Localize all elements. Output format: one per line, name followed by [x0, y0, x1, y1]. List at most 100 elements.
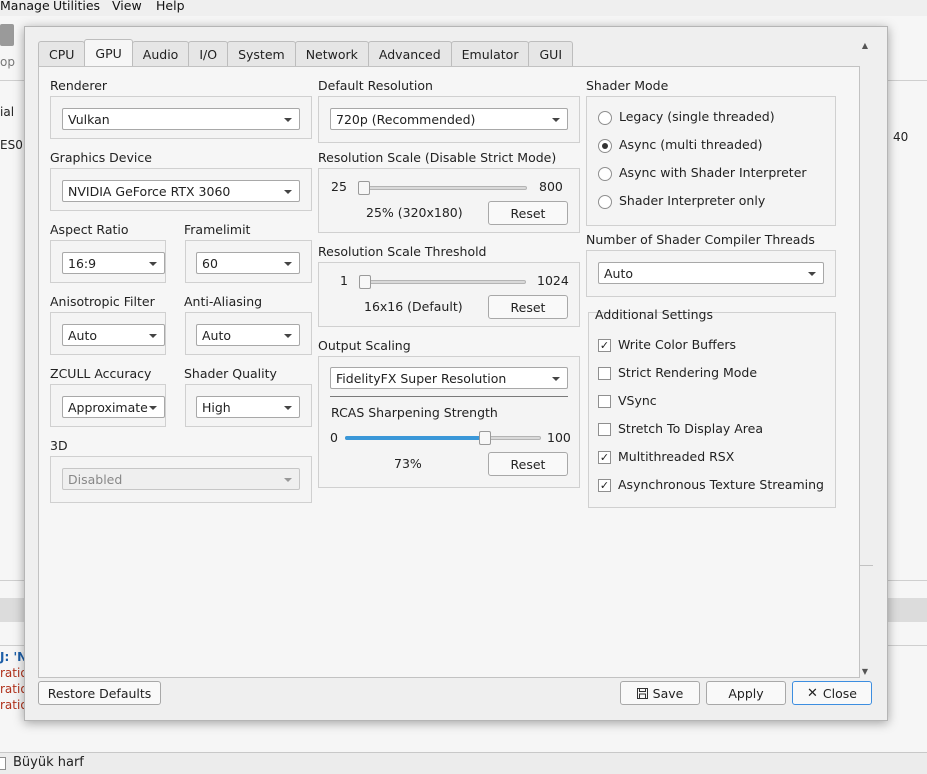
renderer-select[interactable]: Vulkan — [62, 108, 300, 130]
chevron-down-icon — [808, 272, 816, 276]
resolution-threshold-track[interactable] — [359, 280, 526, 284]
rcas-handle[interactable] — [479, 431, 492, 445]
shader-mode-option[interactable]: Legacy (single threaded) — [619, 109, 775, 124]
zcull-accuracy-select[interactable]: Approximate — [62, 396, 165, 418]
menu-utilities[interactable]: Utilities — [53, 0, 100, 13]
resolution-scale-reset-button[interactable]: Reset — [488, 201, 568, 225]
framelimit-group: 60 — [185, 240, 312, 283]
tab-system[interactable]: System — [227, 41, 296, 66]
resolution-scale-min: 25 — [331, 179, 347, 194]
chevron-down-icon — [284, 334, 292, 338]
shader-mode-radio-2[interactable] — [598, 167, 612, 181]
checkbox-label[interactable]: Multithreaded RSX — [618, 449, 734, 464]
chevron-down-icon — [149, 406, 157, 410]
checkbox-label[interactable]: Strict Rendering Mode — [618, 365, 757, 380]
anisotropic-filter-select[interactable]: Auto — [62, 324, 165, 346]
chevron-down-icon — [284, 478, 292, 482]
resolution-threshold-handle[interactable] — [359, 275, 371, 289]
multithreaded-rsx-checkbox[interactable]: ✓ — [598, 451, 611, 464]
async-texture-streaming-checkbox[interactable]: ✓ — [598, 479, 611, 492]
aspect-ratio-value: 16:9 — [68, 256, 97, 271]
caps-checkbox[interactable] — [0, 757, 6, 770]
anisotropic-filter-label: Anisotropic Filter — [50, 294, 155, 309]
shader-mode-option[interactable]: Async with Shader Interpreter — [619, 165, 807, 180]
shader-quality-select[interactable]: High — [196, 396, 300, 418]
compiler-threads-select[interactable]: Auto — [598, 262, 824, 284]
compiler-threads-group: Auto — [586, 250, 836, 297]
tab-io[interactable]: I/O — [188, 41, 229, 66]
floppy-disk-icon — [636, 687, 648, 699]
gpu-tab-panel: Renderer Vulkan Graphics Device NVIDIA G… — [38, 66, 873, 678]
output-scaling-group: FidelityFX Super Resolution RCAS Sharpen… — [318, 356, 580, 488]
anti-aliasing-value: Auto — [202, 328, 232, 343]
rcas-label: RCAS Sharpening Strength — [331, 405, 498, 420]
menu-help[interactable]: Help — [156, 0, 185, 13]
shader-mode-radio-0[interactable] — [598, 111, 612, 125]
tab-emulator[interactable]: Emulator — [450, 41, 530, 66]
default-resolution-select[interactable]: 720p (Recommended) — [330, 108, 568, 130]
tab-gpu[interactable]: GPU — [84, 39, 133, 66]
restore-defaults-button[interactable]: Restore Defaults — [38, 681, 161, 705]
output-scaling-label: Output Scaling — [318, 338, 411, 353]
resolution-scale-handle[interactable] — [358, 181, 370, 195]
scroll-up-icon[interactable]: ▲ — [860, 41, 870, 51]
tab-audio[interactable]: Audio — [131, 41, 190, 66]
panel-scroll-divider — [859, 565, 873, 566]
3d-value: Disabled — [68, 472, 123, 487]
default-resolution-value: 720p (Recommended) — [336, 112, 476, 127]
shader-mode-option[interactable]: Shader Interpreter only — [619, 193, 765, 208]
shader-quality-value: High — [202, 400, 231, 415]
aspect-ratio-select[interactable]: 16:9 — [62, 252, 165, 274]
background-fragment: ES0 — [0, 138, 23, 152]
aspect-ratio-label: Aspect Ratio — [50, 222, 129, 237]
3d-select: Disabled — [62, 468, 300, 490]
background-menubar: Manage Utilities View Help — [0, 0, 927, 16]
resolution-scale-label: Resolution Scale (Disable Strict Mode) — [318, 150, 557, 165]
tab-network[interactable]: Network — [294, 41, 369, 66]
tab-gui[interactable]: GUI — [528, 41, 574, 66]
shader-mode-radio-1[interactable] — [598, 139, 612, 153]
stretch-display-checkbox[interactable] — [598, 423, 611, 436]
output-scaling-select[interactable]: FidelityFX Super Resolution — [330, 367, 568, 389]
graphics-device-label: Graphics Device — [50, 150, 152, 165]
shader-mode-radio-3[interactable] — [598, 195, 612, 209]
resolution-threshold-reset-button[interactable]: Reset — [488, 295, 568, 319]
checkbox-label[interactable]: VSync — [618, 393, 657, 408]
vertical-scrollbar[interactable]: ▲ ▼ — [858, 41, 872, 677]
menu-view[interactable]: View — [112, 0, 142, 13]
shader-mode-label: Shader Mode — [586, 78, 669, 93]
shader-quality-label: Shader Quality — [184, 366, 277, 381]
apply-button[interactable]: Apply — [706, 681, 786, 705]
anti-aliasing-select[interactable]: Auto — [196, 324, 300, 346]
vsync-checkbox[interactable] — [598, 395, 611, 408]
tab-advanced[interactable]: Advanced — [367, 41, 452, 66]
write-color-buffers-checkbox[interactable]: ✓ — [598, 339, 611, 352]
checkbox-label[interactable]: Write Color Buffers — [618, 337, 736, 352]
strict-rendering-checkbox[interactable] — [598, 367, 611, 380]
resolution-scale-max: 800 — [539, 179, 563, 194]
save-button[interactable]: Save — [620, 681, 700, 705]
checkbox-label[interactable]: Asynchronous Texture Streaming — [618, 477, 824, 492]
settings-dialog: CPU GPU Audio I/O System Network Advance… — [24, 26, 888, 721]
resolution-scale-track[interactable] — [358, 186, 527, 190]
menu-manage[interactable]: Manage — [0, 0, 50, 13]
checkbox-label[interactable]: Stretch To Display Area — [618, 421, 763, 436]
framelimit-select[interactable]: 60 — [196, 252, 300, 274]
zcull-accuracy-label: ZCULL Accuracy — [50, 366, 152, 381]
chevron-down-icon — [284, 118, 292, 122]
caps-label: Büyük harf — [13, 755, 84, 770]
compiler-threads-label: Number of Shader Compiler Threads — [586, 232, 815, 247]
default-resolution-group: 720p (Recommended) — [318, 96, 580, 143]
zcull-accuracy-group: Approximate — [50, 384, 166, 427]
tab-cpu[interactable]: CPU — [38, 41, 86, 66]
rcas-reset-button[interactable]: Reset — [488, 452, 568, 476]
aspect-ratio-group: 16:9 — [50, 240, 166, 283]
background-toolbar-button[interactable] — [0, 24, 14, 46]
x-close-icon: ✕ — [807, 685, 818, 701]
shader-mode-option[interactable]: Async (multi threaded) — [619, 137, 763, 152]
close-button[interactable]: ✕ Close — [792, 681, 872, 705]
scroll-down-icon[interactable]: ▼ — [860, 667, 870, 677]
graphics-device-select[interactable]: NVIDIA GeForce RTX 3060 — [62, 180, 300, 202]
shader-mode-group: Legacy (single threaded) Async (multi th… — [586, 96, 836, 226]
shader-quality-group: High — [185, 384, 312, 427]
